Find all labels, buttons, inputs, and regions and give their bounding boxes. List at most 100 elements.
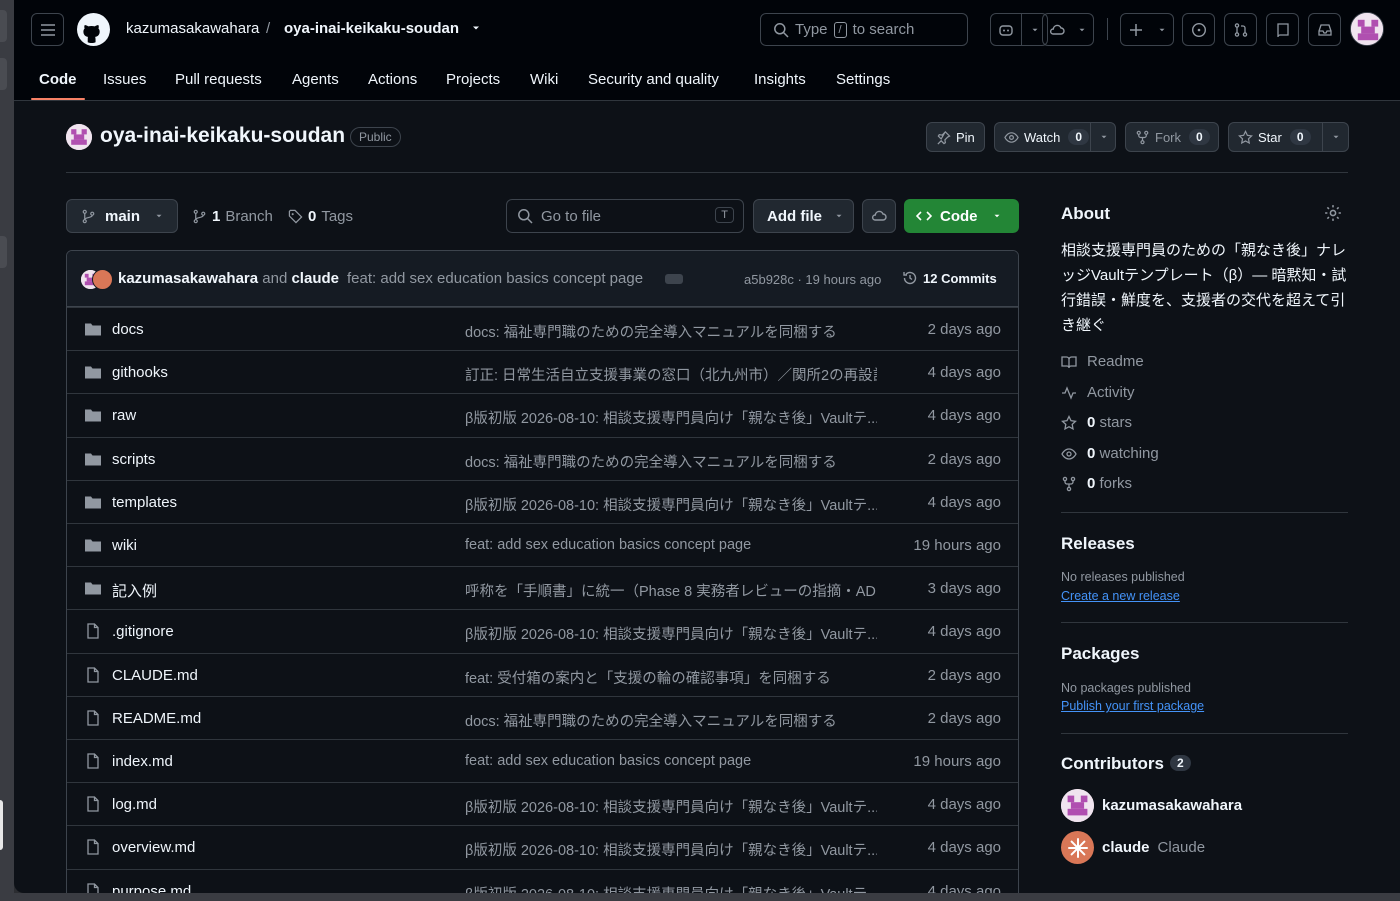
breadcrumb-repo[interactable]: oya-inai-keikaku-soudan — [284, 20, 459, 37]
repo-owner-avatar[interactable] — [66, 124, 92, 150]
tab-insights[interactable]: Insights — [754, 58, 806, 101]
pin-button[interactable]: Pin — [926, 122, 985, 152]
codespaces-button[interactable] — [1042, 13, 1094, 46]
fork-button[interactable]: Fork 0 — [1125, 122, 1219, 152]
file-name[interactable]: overview.md — [112, 839, 195, 856]
file-commit-message[interactable]: β版初版 2026-08-10: 相談支援専門員向け「親なき後」Vaultテ..… — [465, 839, 877, 860]
publish-package-link[interactable]: Publish your first package — [1061, 699, 1204, 713]
file-commit-message[interactable]: β版初版 2026-08-10: 相談支援専門員向け「親なき後」Vaultテ..… — [465, 407, 877, 428]
watch-button[interactable]: Watch 0 — [994, 122, 1116, 152]
readme-link[interactable]: Readme — [1061, 353, 1144, 370]
table-row[interactable]: wiki feat: add sex education basics conce… — [67, 523, 1018, 566]
tab-pull-requests[interactable]: Pull requests — [175, 58, 262, 101]
table-row[interactable]: docs docs: 福祉専門職のための完全導入マニュアルを同梱する 2 days … — [67, 307, 1018, 350]
tab-actions[interactable]: Actions — [368, 58, 417, 101]
file-name[interactable]: log.md — [112, 796, 157, 813]
repositories-button[interactable] — [1266, 13, 1299, 46]
copilot-button[interactable] — [990, 13, 1048, 46]
commit-avatars[interactable] — [80, 269, 113, 291]
table-row[interactable]: .gitignore β版初版 2026-08-10: 相談支援専門員向け「親なき… — [67, 609, 1018, 652]
chevron-down-icon[interactable] — [470, 22, 482, 34]
menu-button[interactable] — [31, 13, 64, 46]
breadcrumb-owner[interactable]: kazumasakawahara — [126, 20, 259, 37]
copilot-icon[interactable] — [991, 14, 1021, 45]
commit-author-1[interactable]: kazumasakawahara — [118, 270, 258, 287]
tab-issues[interactable]: Issues — [103, 58, 146, 101]
tab-code[interactable]: Code — [39, 58, 77, 101]
releases-title[interactable]: Releases — [1061, 534, 1135, 554]
tab-projects[interactable]: Projects — [446, 58, 500, 101]
create-new-button[interactable] — [1120, 13, 1174, 46]
file-commit-message[interactable]: β版初版 2026-08-10: 相談支援専門員向け「親なき後」Vaultテ..… — [465, 623, 877, 644]
stars-link[interactable]: 0 stars — [1061, 414, 1132, 431]
table-row[interactable]: log.md β版初版 2026-08-10: 相談支援専門員向け「親なき後」Va… — [67, 782, 1018, 825]
table-row[interactable]: index.md feat: add sex education basics c… — [67, 739, 1018, 782]
github-logo-icon[interactable] — [77, 13, 110, 46]
table-row[interactable]: CLAUDE.md feat: 受付箱の案内と「支援の輪の確認事項」を同梱する 2 … — [67, 652, 1018, 696]
file-name[interactable]: README.md — [112, 710, 201, 727]
contributor-avatar[interactable] — [1061, 789, 1094, 822]
claude-avatar[interactable] — [92, 269, 113, 290]
code-button[interactable]: Code — [904, 199, 1019, 233]
watching-link[interactable]: 0 watching — [1061, 445, 1159, 462]
file-name[interactable]: CLAUDE.md — [112, 667, 198, 684]
file-commit-message[interactable]: β版初版 2026-08-10: 相談支援専門員向け「親なき後」Vaultテ..… — [465, 494, 877, 515]
file-commit-message[interactable]: docs: 福祉専門職のための完全導入マニュアルを同梱する — [465, 321, 837, 342]
commit-message[interactable]: feat: add sex education basics concept p… — [347, 270, 643, 287]
chevron-down-icon[interactable] — [1151, 14, 1173, 45]
inbox-button[interactable] — [1308, 13, 1341, 46]
file-commit-message[interactable]: feat: add sex education basics concept p… — [465, 753, 751, 769]
commit-sha-age[interactable]: a5b928c · 19 hours ago — [744, 272, 881, 287]
file-commit-message[interactable]: β版初版 2026-08-10: 相談支援専門員向け「親なき後」Vaultテ..… — [465, 883, 877, 893]
file-commit-message[interactable]: feat: add sex education basics concept p… — [465, 537, 751, 553]
go-to-file-input[interactable]: Go to file T — [506, 199, 744, 233]
file-commit-message[interactable]: 呼称を「手順書」に統一（Phase 8 実務者レビューの指摘・AD... — [465, 580, 877, 601]
tab-settings[interactable]: Settings — [836, 58, 890, 101]
plus-icon[interactable] — [1121, 14, 1151, 45]
file-name[interactable]: githooks — [112, 364, 168, 381]
commit-author-2[interactable]: claude — [291, 270, 339, 287]
file-commit-message[interactable]: 訂正: 日常生活自立支援事業の窓口（北九州市）／関所2の再設計... — [465, 364, 877, 385]
global-search[interactable]: Type / to search — [760, 13, 968, 46]
watch-dropdown[interactable] — [1090, 123, 1116, 151]
file-name[interactable]: .gitignore — [112, 623, 174, 640]
file-commit-message[interactable]: docs: 福祉専門職のための完全導入マニュアルを同梱する — [465, 451, 837, 472]
contributors-title[interactable]: Contributors 2 — [1061, 754, 1191, 774]
tab-security[interactable]: Security and quality — [588, 58, 719, 101]
contributor-avatar[interactable] — [1061, 831, 1094, 864]
activity-link[interactable]: Activity — [1061, 384, 1135, 401]
user-avatar[interactable] — [1350, 12, 1384, 46]
file-name[interactable]: purpose.md — [112, 883, 191, 893]
contributor-item[interactable]: kazumasakawahara — [1061, 789, 1242, 822]
packages-title[interactable]: Packages — [1061, 644, 1139, 664]
tab-wiki[interactable]: Wiki — [530, 58, 558, 101]
cloud-icon[interactable] — [1043, 14, 1071, 45]
file-name[interactable]: 記入例 — [112, 580, 157, 601]
contributor-item[interactable]: claude Claude — [1061, 831, 1205, 864]
file-name[interactable]: wiki — [112, 537, 137, 554]
file-name[interactable]: index.md — [112, 753, 173, 770]
table-row[interactable]: README.md docs: 福祉専門職のための完全導入マニュアルを同梱する 2 … — [67, 695, 1018, 739]
file-name[interactable]: docs — [112, 321, 144, 338]
issues-button[interactable] — [1182, 13, 1215, 46]
tab-agents[interactable]: Agents — [292, 58, 339, 101]
chevron-down-icon[interactable] — [1071, 14, 1093, 45]
file-commit-message[interactable]: docs: 福祉専門職のための完全導入マニュアルを同梱する — [465, 710, 837, 731]
add-file-button[interactable]: Add file — [753, 199, 854, 233]
forks-link[interactable]: 0 forks — [1061, 475, 1132, 492]
branch-selector[interactable]: main — [66, 199, 178, 233]
file-commit-message[interactable]: feat: 受付箱の案内と「支援の輪の確認事項」を同梱する — [465, 667, 831, 688]
file-name[interactable]: scripts — [112, 451, 155, 468]
gear-icon[interactable] — [1324, 204, 1342, 222]
commits-link[interactable]: 12 Commits — [902, 270, 997, 286]
table-row[interactable]: 記入例 呼称を「手順書」に統一（Phase 8 実務者レビューの指摘・AD... 3… — [67, 566, 1018, 609]
table-row[interactable]: purpose.md β版初版 2026-08-10: 相談支援専門員向け「親なき… — [67, 868, 1018, 893]
file-name[interactable]: raw — [112, 407, 136, 424]
table-row[interactable]: raw β版初版 2026-08-10: 相談支援専門員向け「親なき後」Vault… — [67, 393, 1018, 436]
ellipsis-icon[interactable] — [665, 274, 683, 284]
pull-requests-button[interactable] — [1224, 13, 1257, 46]
table-row[interactable]: overview.md β版初版 2026-08-10: 相談支援専門員向け「親な… — [67, 825, 1018, 868]
table-row[interactable]: templates β版初版 2026-08-10: 相談支援専門員向け「親なき後… — [67, 479, 1018, 523]
file-name[interactable]: templates — [112, 494, 177, 511]
star-button[interactable]: Star 0 — [1228, 122, 1349, 152]
